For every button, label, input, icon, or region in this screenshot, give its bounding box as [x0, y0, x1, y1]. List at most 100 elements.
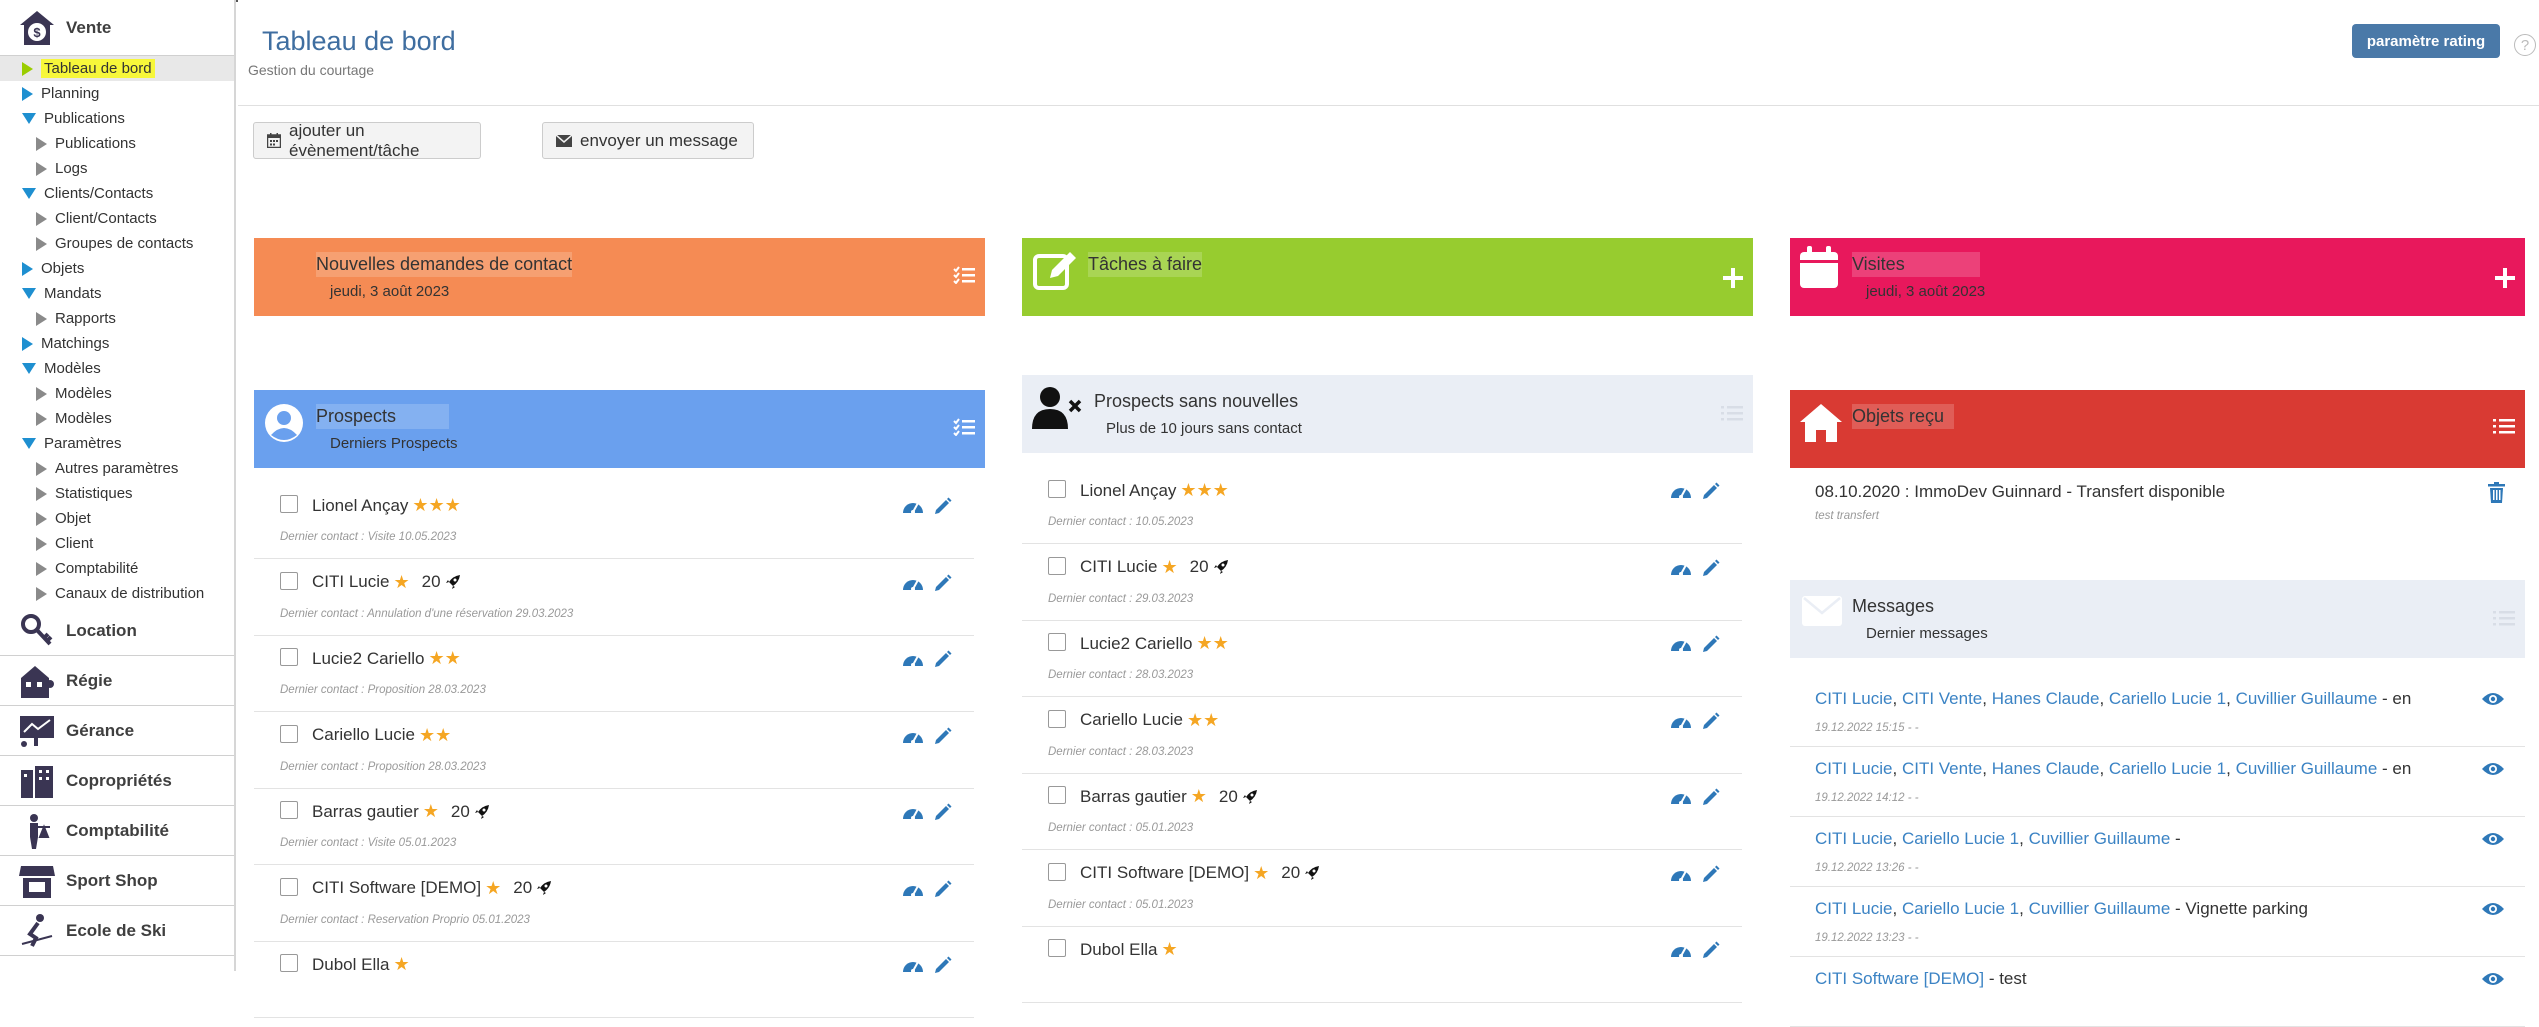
dashboard-gauge-icon[interactable]	[902, 803, 924, 826]
message-recipient-link[interactable]: Cuvillier Guillaume	[2029, 899, 2171, 918]
eye-icon[interactable]	[2481, 901, 2505, 922]
module-item[interactable]: Sport Shop	[0, 856, 234, 906]
dashboard-gauge-icon[interactable]	[1670, 559, 1692, 582]
help-icon[interactable]: ?	[2514, 34, 2536, 56]
prospect-name-line[interactable]: Dubol Ella ★	[312, 954, 410, 975]
object-received-row[interactable]: 08.10.2020 : ImmoDev Guinnard - Transfer…	[1790, 470, 2525, 540]
list-icon[interactable]	[1721, 405, 1743, 426]
list-icon[interactable]	[2493, 418, 2515, 439]
row-checkbox[interactable]	[1048, 633, 1066, 651]
message-recipient-link[interactable]: Hanes Claude	[1992, 759, 2100, 778]
module-item[interactable]: Location	[0, 606, 234, 656]
trash-icon[interactable]	[2488, 482, 2505, 508]
prospect-name-line[interactable]: Dubol Ella ★	[1080, 939, 1178, 960]
dashboard-gauge-icon[interactable]	[902, 574, 924, 597]
module-item[interactable]: Copropriétés	[0, 756, 234, 806]
dashboard-gauge-icon[interactable]	[1670, 712, 1692, 735]
eye-icon[interactable]	[2481, 831, 2505, 852]
row-checkbox[interactable]	[280, 724, 298, 743]
send-message-button[interactable]: envoyer un message	[542, 122, 754, 159]
dashboard-gauge-icon[interactable]	[1670, 788, 1692, 811]
sidebar-item[interactable]: Modèles	[0, 356, 234, 381]
dashboard-gauge-icon[interactable]	[1670, 865, 1692, 888]
message-recipient-link[interactable]: Cuvillier Guillaume	[2029, 829, 2171, 848]
dashboard-gauge-icon[interactable]	[902, 880, 924, 903]
message-recipient-link[interactable]: CITI Lucie	[1815, 829, 1892, 848]
message-recipient-link[interactable]: CITI Lucie	[1815, 759, 1892, 778]
message-recipient-link[interactable]: CITI Vente	[1902, 759, 1982, 778]
sidebar-item[interactable]: Autres paramètres	[0, 456, 234, 481]
sidebar-item[interactable]: Client/Contacts	[0, 206, 234, 231]
message-recipient-link[interactable]: Cariello Lucie 1	[2109, 689, 2226, 708]
sidebar-item[interactable]: Objets	[0, 256, 234, 281]
edit-pencil-icon[interactable]	[1702, 482, 1720, 505]
edit-pencil-icon[interactable]	[1702, 941, 1720, 964]
edit-pencil-icon[interactable]	[1702, 635, 1720, 658]
dashboard-gauge-icon[interactable]	[902, 956, 924, 979]
list-check-icon[interactable]	[953, 266, 975, 289]
row-checkbox[interactable]	[280, 495, 298, 513]
prospect-name-line[interactable]: CITI Software [DEMO] ★ 20	[312, 878, 552, 899]
sidebar-item[interactable]: Modèles	[0, 381, 234, 406]
eye-icon[interactable]	[2481, 971, 2505, 992]
edit-pencil-icon[interactable]	[934, 574, 952, 597]
sidebar-item[interactable]: Rapports	[0, 306, 234, 331]
row-checkbox[interactable]	[280, 571, 298, 590]
row-checkbox[interactable]	[1048, 862, 1066, 881]
sidebar-item[interactable]: Tableau de bord	[0, 56, 234, 81]
edit-pencil-icon[interactable]	[934, 497, 952, 520]
sidebar-item[interactable]: Paramètres	[0, 431, 234, 456]
prospect-name-line[interactable]: Barras gautier ★ 20	[1080, 786, 1258, 807]
sidebar-item[interactable]: Publications	[0, 106, 234, 131]
eye-icon[interactable]	[2481, 691, 2505, 712]
row-checkbox[interactable]	[1048, 709, 1066, 728]
plus-icon[interactable]	[1723, 268, 1743, 293]
edit-pencil-icon[interactable]	[934, 727, 952, 750]
sidebar-item[interactable]: Comptabilité	[0, 556, 234, 581]
prospect-name-line[interactable]: Cariello Lucie ★★	[1080, 710, 1219, 731]
edit-pencil-icon[interactable]	[934, 880, 952, 903]
row-checkbox[interactable]	[1048, 939, 1066, 957]
module-item[interactable]: Gérance	[0, 706, 234, 756]
edit-pencil-icon[interactable]	[1702, 559, 1720, 582]
row-checkbox[interactable]	[1048, 786, 1066, 804]
sidebar-item[interactable]: Objet	[0, 506, 234, 531]
sidebar-item[interactable]: Matchings	[0, 331, 234, 356]
edit-pencil-icon[interactable]	[1702, 788, 1720, 811]
row-checkbox[interactable]	[280, 648, 298, 666]
list-check-icon[interactable]	[953, 418, 975, 441]
module-vente[interactable]: $ Vente	[0, 0, 234, 56]
message-recipient-link[interactable]: Cuvillier Guillaume	[2236, 689, 2378, 708]
prospect-name-line[interactable]: Lionel Ançay ★★★	[1080, 480, 1229, 501]
add-event-button[interactable]: ajouter un évènement/tâche	[253, 121, 481, 160]
prospect-name-line[interactable]: Lucie2 Cariello ★★	[1080, 633, 1229, 654]
message-recipient-link[interactable]: Hanes Claude	[1992, 689, 2100, 708]
message-recipient-link[interactable]: CITI Lucie	[1815, 899, 1892, 918]
sidebar-item[interactable]: Client	[0, 531, 234, 556]
dashboard-gauge-icon[interactable]	[902, 650, 924, 673]
rating-settings-button[interactable]: paramètre rating	[2352, 24, 2500, 58]
edit-pencil-icon[interactable]	[1702, 712, 1720, 735]
row-checkbox[interactable]	[280, 877, 298, 896]
dashboard-gauge-icon[interactable]	[902, 497, 924, 520]
row-checkbox[interactable]	[280, 954, 298, 972]
eye-icon[interactable]	[2481, 761, 2505, 782]
message-recipient-link[interactable]: Cuvillier Guillaume	[2236, 759, 2378, 778]
prospect-name-line[interactable]: CITI Lucie ★ 20	[1080, 557, 1229, 578]
dashboard-gauge-icon[interactable]	[1670, 635, 1692, 658]
row-checkbox[interactable]	[1048, 480, 1066, 498]
message-recipient-link[interactable]: CITI Lucie	[1815, 689, 1892, 708]
module-item[interactable]: Régie	[0, 656, 234, 706]
plus-icon[interactable]	[2495, 268, 2515, 293]
sidebar-item[interactable]: Canaux de distribution	[0, 581, 234, 606]
message-recipient-link[interactable]: Cariello Lucie 1	[2109, 759, 2226, 778]
edit-pencil-icon[interactable]	[934, 650, 952, 673]
row-checkbox[interactable]	[1048, 556, 1066, 575]
prospect-name-line[interactable]: Cariello Lucie ★★	[312, 725, 451, 746]
prospect-name-line[interactable]: Barras gautier ★ 20	[312, 801, 490, 822]
message-recipient-link[interactable]: Cariello Lucie 1	[1902, 899, 2019, 918]
sidebar-item[interactable]: Statistiques	[0, 481, 234, 506]
sidebar-item[interactable]: Modèles	[0, 406, 234, 431]
message-recipient-link[interactable]: CITI Vente	[1902, 689, 1982, 708]
dashboard-gauge-icon[interactable]	[902, 727, 924, 750]
